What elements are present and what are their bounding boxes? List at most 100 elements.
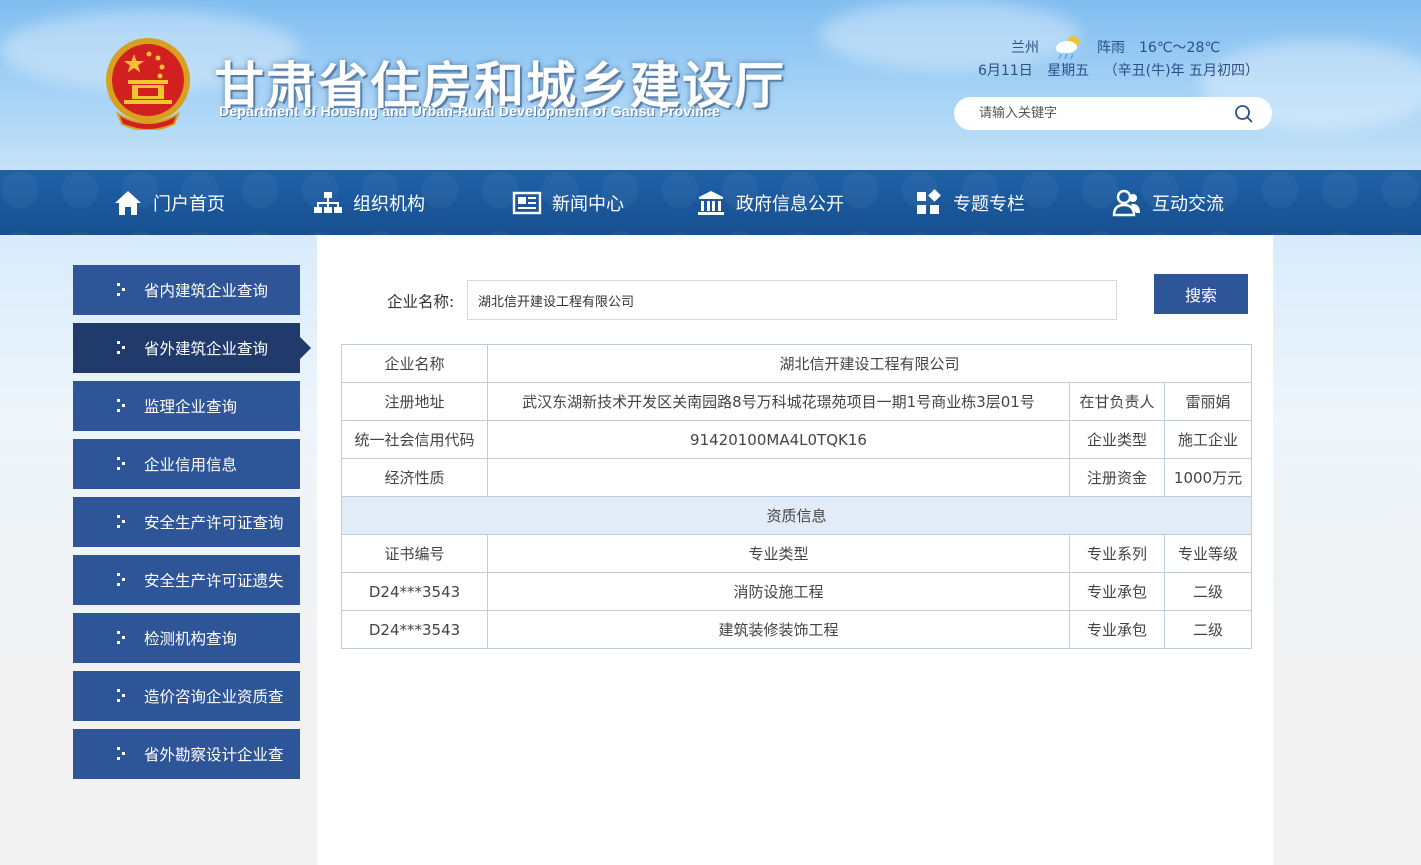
company-info-table: 企业名称 湖北信开建设工程有限公司 注册地址 武汉东湖新技术开发区关南园路8号万…: [340, 344, 1253, 649]
date-display: 6月11日 星期五 （辛丑(牛)年 五月初四）: [978, 60, 1269, 80]
bullet-icon: [117, 573, 127, 587]
search-icon[interactable]: [1234, 104, 1254, 124]
search-input[interactable]: [979, 106, 1219, 121]
home-icon: [115, 190, 141, 215]
bullet-icon: [117, 689, 127, 703]
specialty-type: 建筑装修装饰工程: [487, 610, 1070, 649]
sidebar-item-safety-license-lost[interactable]: 安全生产许可证遗失: [73, 555, 300, 605]
active-pointer-icon: [300, 337, 311, 359]
rain-cloud-icon: [1056, 36, 1079, 60]
bullet-icon: [117, 283, 127, 297]
company-name-value: 湖北信开建设工程有限公司: [486, 344, 1253, 383]
gansu-rep-value: 雷丽娟: [1163, 382, 1253, 421]
sidebar-item-label: 省外勘察设计企业查: [144, 746, 284, 764]
column-header: 专业类型: [487, 534, 1070, 573]
qualification-section-title: 资质信息: [340, 496, 1253, 535]
nav-item-label: 互动交流: [1152, 193, 1224, 215]
sidebar-item-label: 造价咨询企业资质查: [144, 688, 284, 706]
nav-item-gov-info[interactable]: 政府信息公开: [696, 170, 844, 235]
economic-nature-value: [487, 458, 1070, 497]
bullet-icon: [117, 399, 127, 413]
company-address-value: 武汉东湖新技术开发区关南园路8号万科城花璟苑项目一期1号商业栋3层01号: [487, 382, 1070, 421]
bullet-icon: [117, 341, 127, 355]
specialty-type: 消防设施工程: [487, 572, 1070, 611]
site-subtitle: Department of Housing and Urban-Rural De…: [219, 103, 721, 119]
main-content: 企业名称: 搜索 企业名称 湖北信开建设工程有限公司 注册地址 武汉东湖新技术开…: [317, 235, 1273, 865]
certificate-number: D24***3543: [341, 572, 488, 611]
national-emblem-icon[interactable]: [104, 36, 192, 130]
table-header-row: 证书编号 专业类型 专业系列 专业等级: [341, 534, 1253, 573]
bullet-icon: [117, 631, 127, 645]
company-type-value: 施工企业: [1163, 420, 1253, 459]
search-button[interactable]: 搜索: [1154, 274, 1248, 314]
sidebar-item-label: 检测机构查询: [144, 630, 238, 648]
nav-item-news[interactable]: 新闻中心: [512, 170, 624, 235]
sidebar-item-local-construction[interactable]: 省内建筑企业查询: [73, 265, 300, 315]
nav-item-label: 组织机构: [353, 193, 425, 215]
users-icon: [1112, 189, 1140, 216]
specialty-grade: 二级: [1163, 610, 1253, 649]
specialty-series: 专业承包: [1069, 610, 1165, 649]
nav-item-organization[interactable]: 组织机构: [313, 170, 425, 235]
nav-item-interaction[interactable]: 互动交流: [1112, 170, 1224, 235]
government-building-icon: [698, 190, 724, 215]
company-name-input[interactable]: [467, 280, 1117, 320]
sidebar-item-label: 省外建筑企业查询: [144, 340, 269, 358]
specialty-grade: 二级: [1163, 572, 1253, 611]
sidebar-item-safety-license[interactable]: 安全生产许可证查询: [73, 497, 300, 547]
bullet-icon: [117, 515, 127, 529]
grid-icon: [917, 188, 941, 214]
company-name-label: 企业名称:: [387, 293, 455, 311]
column-header: 证书编号: [341, 534, 488, 573]
sidebar-item-label: 企业信用信息: [144, 456, 238, 474]
certificate-number: D24***3543: [341, 610, 488, 649]
date-lunar: （辛丑(牛)年 五月初四）: [1103, 63, 1260, 79]
weather-city: 兰州: [1011, 40, 1039, 56]
site-header: 甘肃省住房和城乡建设厅 Department of Housing and Ur…: [0, 0, 1421, 170]
sidebar-item-external-construction[interactable]: 省外建筑企业查询: [73, 323, 300, 373]
sidebar-item-credit-info[interactable]: 企业信用信息: [73, 439, 300, 489]
table-row: 统一社会信用代码 91420100MA4L0TQK16 企业类型 施工企业: [341, 420, 1253, 459]
sidebar-item-supervision[interactable]: 监理企业查询: [73, 381, 300, 431]
sidebar-item-label: 安全生产许可证查询: [144, 514, 284, 532]
org-chart-icon: [314, 191, 342, 213]
specialty-series: 专业承包: [1069, 572, 1165, 611]
table-row: D24***3543 消防设施工程 专业承包 二级: [341, 572, 1253, 611]
nav-item-home[interactable]: 门户首页: [113, 170, 225, 235]
sidebar-item-survey-design[interactable]: 省外勘察设计企业查: [73, 729, 300, 779]
news-icon: [512, 191, 542, 214]
table-cell-label: 企业名称: [341, 344, 488, 383]
table-cell-label: 统一社会信用代码: [341, 420, 488, 459]
sidebar-item-label: 监理企业查询: [144, 398, 238, 416]
nav-item-topics[interactable]: 专题专栏: [913, 170, 1025, 235]
section-header-row: 资质信息: [340, 496, 1253, 535]
credit-code-value: 91420100MA4L0TQK16: [487, 420, 1070, 459]
weather-condition: 阵雨: [1097, 40, 1125, 56]
nav-item-label: 专题专栏: [953, 193, 1025, 215]
table-row: 经济性质 注册资金 1000万元: [341, 458, 1253, 497]
sidebar-item-testing-agency[interactable]: 检测机构查询: [73, 613, 300, 663]
sidebar-menu: 省内建筑企业查询 省外建筑企业查询 监理企业查询 企业信用信息 安全生产许可证查…: [73, 265, 300, 787]
table-row: 企业名称 湖北信开建设工程有限公司: [341, 344, 1253, 383]
sidebar-item-label: 安全生产许可证遗失: [144, 572, 284, 590]
date-weekday: 星期五: [1047, 63, 1090, 79]
sidebar-item-label: 省内建筑企业查询: [144, 282, 269, 300]
main-nav: 门户首页 组织机构 新闻中心 政府信息公开 专题专栏 互动交流: [0, 170, 1421, 235]
table-cell-label: 经济性质: [341, 458, 488, 497]
site-search: [954, 97, 1272, 130]
bullet-icon: [117, 747, 127, 761]
table-cell-label: 注册地址: [341, 382, 488, 421]
table-cell-label: 注册资金: [1069, 458, 1165, 497]
column-header: 专业等级: [1163, 534, 1253, 573]
weather-widget: 兰州 阵雨 16℃～28℃: [1011, 33, 1220, 61]
nav-item-label: 政府信息公开: [736, 193, 844, 215]
table-cell-label: 企业类型: [1069, 420, 1165, 459]
bullet-icon: [117, 457, 127, 471]
table-row: D24***3543 建筑装修装饰工程 专业承包 二级: [341, 610, 1253, 649]
table-cell-label: 在甘负责人: [1069, 382, 1165, 421]
column-header: 专业系列: [1069, 534, 1165, 573]
table-row: 注册地址 武汉东湖新技术开发区关南园路8号万科城花璟苑项目一期1号商业栋3层01…: [341, 382, 1253, 421]
sidebar-item-cost-consulting[interactable]: 造价咨询企业资质查: [73, 671, 300, 721]
capital-value: 1000万元: [1163, 458, 1253, 497]
date-day: 6月11日: [978, 63, 1033, 79]
